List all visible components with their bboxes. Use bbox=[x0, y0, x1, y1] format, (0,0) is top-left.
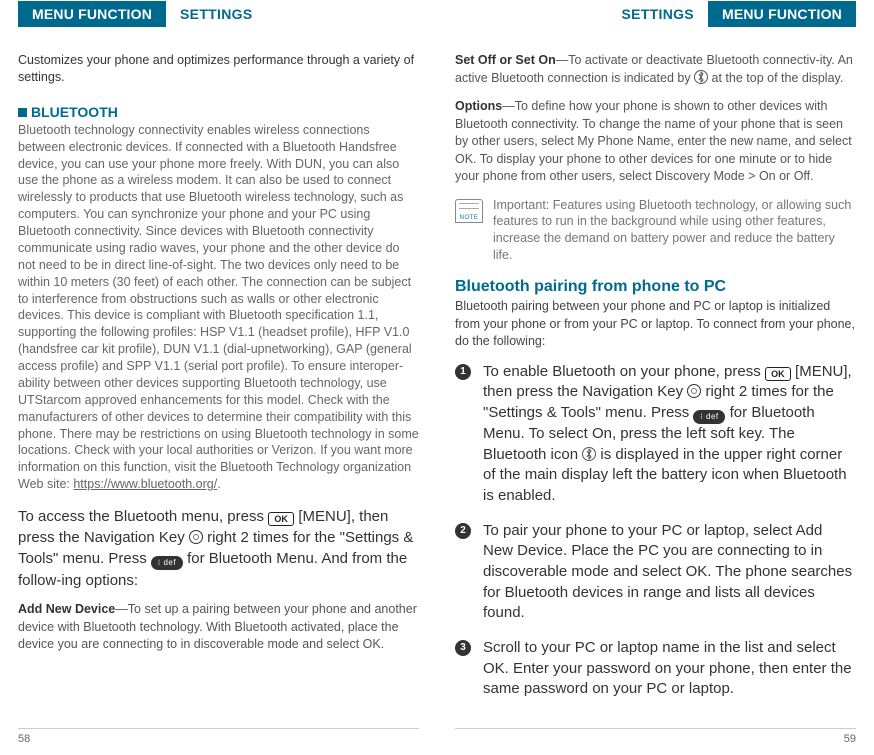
bluetooth-heading-label: BLUETOOTH bbox=[31, 104, 118, 120]
navigation-key-icon bbox=[189, 530, 203, 544]
ok-key-icon: OK bbox=[268, 512, 294, 526]
add-new-device-para: Add New Device—To set up a pairing betwe… bbox=[18, 601, 419, 654]
page-59: SETTINGS MENU FUNCTION Set Off or Set On… bbox=[437, 0, 874, 755]
page-number-left: 58 bbox=[18, 728, 419, 745]
bluetooth-description: Bluetooth technology connectivity enable… bbox=[18, 122, 419, 493]
page-58: MENU FUNCTION SETTINGS Customizes your p… bbox=[0, 0, 437, 755]
bluetooth-icon bbox=[694, 70, 708, 84]
step-1-text: To enable Bluetooth on your phone, press… bbox=[483, 362, 856, 507]
note-icon bbox=[455, 199, 483, 223]
options-para: Options—To define how your phone is show… bbox=[455, 98, 856, 186]
step-number-2: 2 bbox=[455, 523, 471, 539]
step-2-text: To pair your phone to your PC or laptop,… bbox=[483, 521, 856, 624]
step-number-3: 3 bbox=[455, 640, 471, 656]
bluetooth-access-instructions: To access the Bluetooth menu, press OK [… bbox=[18, 506, 419, 591]
set-on-off-para: Set Off or Set On—To activate or deactiv… bbox=[455, 52, 856, 87]
page-header-left: MENU FUNCTION SETTINGS bbox=[18, 0, 419, 28]
bluetooth-heading: BLUETOOTH bbox=[18, 104, 419, 120]
page-header-right: SETTINGS MENU FUNCTION bbox=[455, 0, 856, 28]
add-new-device-label: Add New Device bbox=[18, 602, 115, 616]
def-key-icon: ⁝ def bbox=[693, 410, 725, 424]
set-on-off-label: Set Off or Set On bbox=[455, 53, 556, 67]
header-tab: MENU FUNCTION bbox=[18, 1, 166, 27]
header-section: SETTINGS bbox=[608, 6, 708, 22]
step-3-text: Scroll to your PC or laptop name in the … bbox=[483, 638, 856, 700]
page-number-right: 59 bbox=[455, 728, 856, 745]
step-3: 3 Scroll to your PC or laptop name in th… bbox=[455, 638, 856, 700]
options-label: Options bbox=[455, 99, 502, 113]
note-text: Important: Features using Bluetooth tech… bbox=[493, 197, 856, 265]
navigation-key-icon bbox=[687, 384, 701, 398]
step-2: 2 To pair your phone to your PC or lapto… bbox=[455, 521, 856, 624]
def-key-icon: ⁝ def bbox=[151, 556, 183, 570]
pairing-heading: Bluetooth pairing from phone to PC bbox=[455, 278, 856, 296]
important-note: Important: Features using Bluetooth tech… bbox=[455, 197, 856, 265]
header-tab: MENU FUNCTION bbox=[708, 1, 856, 27]
intro-text: Customizes your phone and optimizes perf… bbox=[18, 52, 419, 86]
bluetooth-url: https://www.bluetooth.org/ bbox=[73, 477, 217, 491]
bluetooth-icon bbox=[582, 447, 596, 461]
pairing-intro: Bluetooth pairing between your phone and… bbox=[455, 298, 856, 351]
step-number-1: 1 bbox=[455, 364, 471, 380]
heading-square-icon bbox=[18, 108, 27, 117]
step-1: 1 To enable Bluetooth on your phone, pre… bbox=[455, 362, 856, 507]
header-section: SETTINGS bbox=[166, 6, 266, 22]
ok-key-icon: OK bbox=[765, 367, 791, 381]
